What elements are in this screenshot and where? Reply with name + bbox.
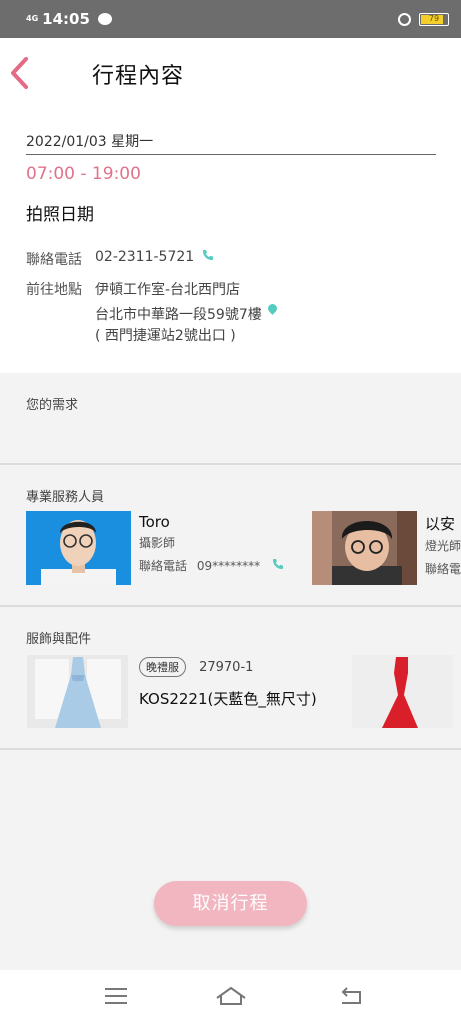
studio-address[interactable]: 台北市中華路一段59號7樓 xyxy=(95,304,262,324)
cancel-schedule-button[interactable]: 取消行程 xyxy=(154,881,307,926)
schedule-date: 2022/01/03 星期一 xyxy=(26,131,436,155)
dress-name: KOS2221(天藍色_無尺寸) xyxy=(139,690,317,708)
menu-icon[interactable] xyxy=(102,984,130,1008)
status-bar: 4G 14:05 79 xyxy=(0,0,461,38)
network-indicator: 4G xyxy=(26,14,39,23)
dress-code: 27970-1 xyxy=(199,660,254,675)
dresses-title: 服飾與配件 xyxy=(26,632,92,647)
staff-photo xyxy=(26,511,131,585)
alarm-icon xyxy=(398,12,411,26)
map-pin-icon[interactable] xyxy=(265,302,279,315)
dress-tag: 晚禮服 xyxy=(139,657,186,677)
staff-card[interactable]: Toro 攝影師 聯絡電話 09******** xyxy=(26,511,284,585)
event-name: 拍照日期 xyxy=(26,205,94,225)
staff-card[interactable]: 以安 燈光師 聯絡電話 xyxy=(312,511,461,585)
phone-row: 聯絡電話 02-2311-5721 xyxy=(26,249,214,269)
staff-title: 專業服務人員 xyxy=(26,490,105,505)
address-row: 前往地點 伊頓工作室-台北西門店 xyxy=(26,279,240,299)
phone-label: 聯絡電話 xyxy=(26,252,82,268)
divider xyxy=(0,748,461,750)
staff-role: 攝影師 xyxy=(139,536,176,550)
back-arrow-icon[interactable] xyxy=(8,56,32,90)
studio-phone[interactable]: 02-2311-5721 xyxy=(95,249,194,269)
dress-meta: 晚禮服 27970-1 xyxy=(139,656,253,677)
address-label: 前往地點 xyxy=(26,282,82,298)
staff-phone-label: 聯絡電話 xyxy=(139,559,188,573)
page-title: 行程內容 xyxy=(92,64,185,89)
staff-phone-row: 聯絡電話 09******** xyxy=(139,557,284,574)
address-line: 台北市中華路一段59號7樓 xyxy=(95,302,279,324)
system-nav-bar xyxy=(0,970,461,1024)
app-header: 行程內容 xyxy=(0,38,461,109)
schedule-time-range: 07:00 - 19:00 xyxy=(26,164,141,184)
home-icon[interactable] xyxy=(215,984,247,1008)
divider xyxy=(0,605,461,607)
message-notification-icon xyxy=(97,13,112,25)
dress-photo[interactable] xyxy=(27,655,128,728)
staff-name: Toro xyxy=(139,513,170,531)
phone-icon[interactable] xyxy=(202,249,214,261)
staff-name: 以安 xyxy=(425,515,456,533)
staff-photo xyxy=(312,511,417,585)
status-time: 14:05 xyxy=(42,10,90,28)
back-nav-icon[interactable] xyxy=(338,984,366,1008)
divider xyxy=(0,463,461,465)
address-note-line: ( 西門捷運站2號出口 ) xyxy=(95,325,236,345)
needs-title: 您的需求 xyxy=(26,398,79,413)
battery-level: 79 xyxy=(428,13,440,23)
battery-icon: 79 xyxy=(419,12,449,26)
studio-name: 伊頓工作室-台北西門店 xyxy=(95,282,241,298)
schedule-card: 2022/01/03 星期一 07:00 - 19:00 拍照日期 聯絡電話 0… xyxy=(0,109,461,373)
staff-role: 燈光師 xyxy=(425,539,461,553)
staff-phone-label: 聯絡電話 xyxy=(425,562,461,576)
staff-phone-icon[interactable] xyxy=(272,558,284,570)
staff-phone[interactable]: 09******** xyxy=(197,559,260,573)
staff-phone-row: 聯絡電話 xyxy=(425,560,461,577)
dress-photo[interactable] xyxy=(352,655,453,728)
address-note: ( 西門捷運站2號出口 ) xyxy=(95,328,236,344)
